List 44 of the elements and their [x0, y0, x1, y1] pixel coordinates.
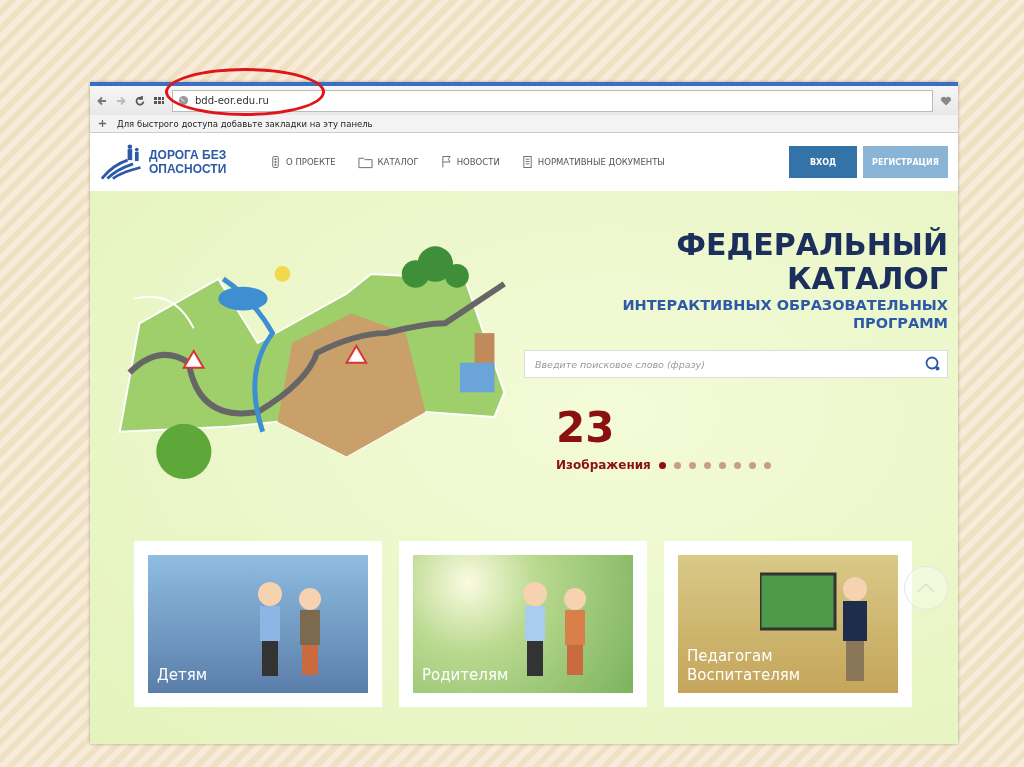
address-bar[interactable]: bdd-eor.edu.ru: [172, 89, 933, 112]
nav-link[interactable]: О ПРОЕКТЕ: [270, 155, 336, 169]
reload-icon[interactable]: [134, 94, 146, 107]
logo-text: ОПАСНОСТИ: [149, 162, 227, 176]
search-icon[interactable]: [925, 356, 941, 372]
carousel-dot[interactable]: [658, 461, 666, 469]
nav-link[interactable]: НОРМАТИВНЫЕ ДОКУМЕНТЫ: [521, 155, 665, 169]
category-card[interactable]: Детям: [134, 541, 382, 707]
counter-label: Изображения: [556, 458, 651, 472]
grid-icon[interactable]: [153, 94, 165, 107]
flag-icon: [440, 155, 452, 169]
forward-icon[interactable]: [115, 94, 127, 107]
catalog-subtitle: ИНТЕРАКТИВНЫХ ОБРАЗОВАТЕЛЬНЫХ: [622, 296, 948, 314]
catalog-subtitle: ПРОГРАММ: [852, 314, 948, 332]
scroll-up-button[interactable]: [904, 566, 948, 610]
category-label: Детям: [157, 666, 208, 685]
logo-text: ДОРОГА БЕЗ: [149, 148, 227, 162]
plus-icon[interactable]: [98, 119, 107, 128]
login-button[interactable]: ВХОД: [789, 146, 857, 178]
carousel-dot[interactable]: [673, 461, 681, 469]
catalog-title: ФЕДЕРАЛЬНЫЙ: [676, 228, 948, 262]
nav-link[interactable]: НОВОСТИ: [440, 155, 500, 169]
globe-icon: [178, 95, 189, 106]
carousel-dot[interactable]: [703, 461, 711, 469]
category-label: Воспитателям: [687, 666, 801, 685]
traffic-light-icon: [270, 155, 281, 169]
catalog-title: КАТАЛОГ: [787, 262, 948, 296]
search-field[interactable]: Введите поисковое слово (фразу): [524, 350, 948, 378]
folder-icon: [357, 155, 373, 169]
carousel-dot[interactable]: [763, 461, 771, 469]
carousel-dot[interactable]: [733, 461, 741, 469]
back-icon[interactable]: [96, 94, 108, 107]
heart-icon[interactable]: [940, 94, 952, 107]
carousel-dot[interactable]: [718, 461, 726, 469]
chevron-up-icon: [916, 582, 936, 594]
url-text: bdd-eor.edu.ru: [195, 95, 269, 106]
counter-number: 23: [556, 406, 616, 450]
carousel-dot[interactable]: [688, 461, 696, 469]
carousel-dot[interactable]: [748, 461, 756, 469]
category-label: Педагогам: [687, 647, 774, 666]
document-icon: [521, 155, 533, 169]
bookmarks-hint: Для быстрого доступа добавьте закладки на эту панель: [117, 118, 373, 129]
category-label: Родителям: [422, 666, 509, 685]
nav-link[interactable]: КАТАЛОГ: [357, 155, 419, 169]
